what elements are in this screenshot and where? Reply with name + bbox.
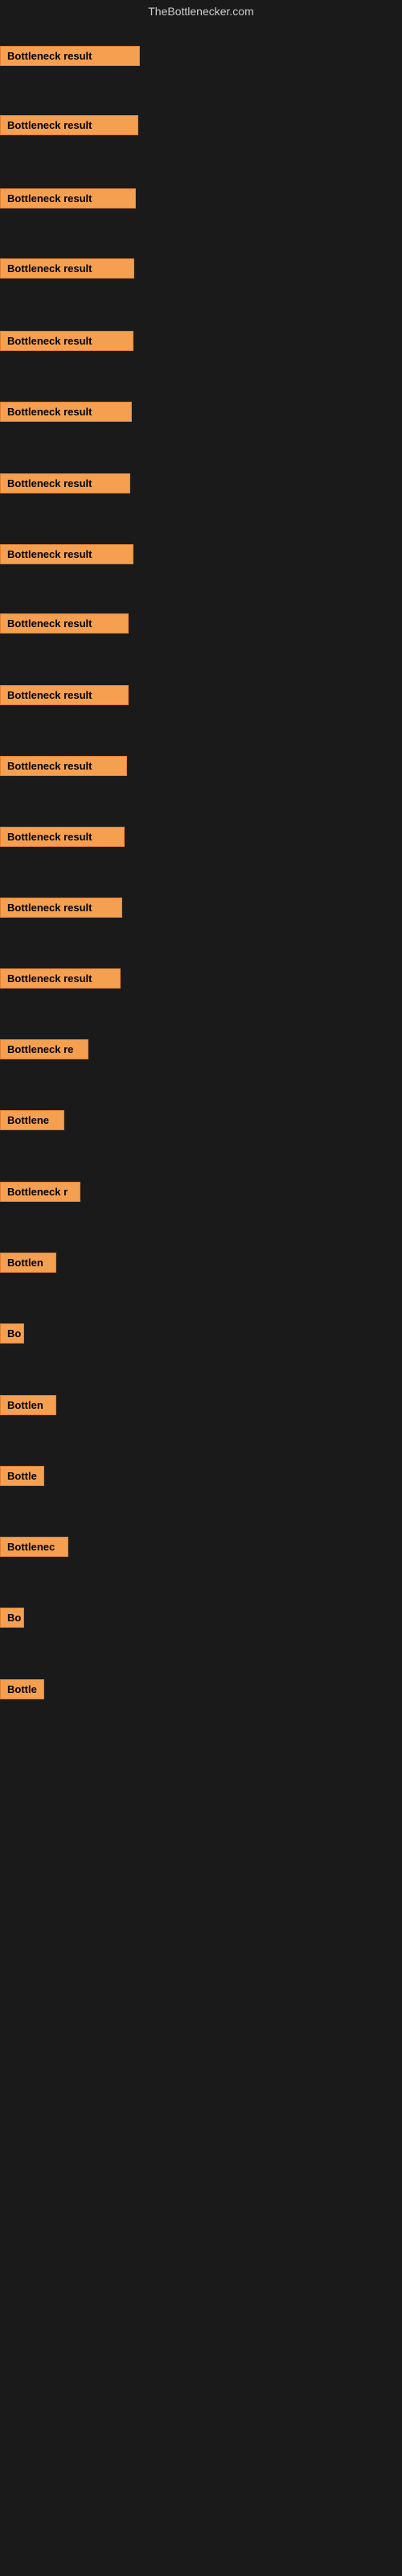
bottleneck-result-item[interactable]: Bottleneck result bbox=[0, 544, 133, 564]
bottleneck-result-item[interactable]: Bottlen bbox=[0, 1253, 56, 1273]
bottleneck-result-item[interactable]: Bo bbox=[0, 1608, 24, 1628]
bottleneck-result-item[interactable]: Bottleneck result bbox=[0, 46, 140, 66]
bottleneck-result-item[interactable]: Bottleneck result bbox=[0, 402, 132, 422]
bottleneck-result-item[interactable]: Bottleneck result bbox=[0, 968, 121, 989]
bottleneck-result-item[interactable]: Bottle bbox=[0, 1679, 44, 1699]
site-title: TheBottlenecker.com bbox=[0, 0, 402, 23]
bottleneck-result-item[interactable]: Bottleneck result bbox=[0, 685, 129, 705]
bottleneck-result-item[interactable]: Bottleneck result bbox=[0, 898, 122, 918]
bottleneck-result-item[interactable]: Bottleneck result bbox=[0, 258, 134, 279]
bottleneck-result-item[interactable]: Bottlenec bbox=[0, 1537, 68, 1557]
bottleneck-result-item[interactable]: Bottle bbox=[0, 1466, 44, 1486]
bottleneck-result-item[interactable]: Bottlen bbox=[0, 1395, 56, 1415]
bottleneck-result-item[interactable]: Bottleneck result bbox=[0, 188, 136, 208]
bottleneck-result-item[interactable]: Bottlene bbox=[0, 1110, 64, 1130]
bottleneck-result-item[interactable]: Bottleneck result bbox=[0, 331, 133, 351]
bottleneck-result-item[interactable]: Bottleneck result bbox=[0, 473, 130, 493]
bottleneck-result-item[interactable]: Bottleneck re bbox=[0, 1039, 88, 1059]
bottleneck-result-item[interactable]: Bottleneck result bbox=[0, 115, 138, 135]
bottleneck-result-item[interactable]: Bottleneck r bbox=[0, 1182, 80, 1202]
bottleneck-result-item[interactable]: Bottleneck result bbox=[0, 756, 127, 776]
bottleneck-result-item[interactable]: Bottleneck result bbox=[0, 613, 129, 634]
bottleneck-result-item[interactable]: Bo bbox=[0, 1323, 24, 1344]
bottleneck-result-item[interactable]: Bottleneck result bbox=[0, 827, 125, 847]
